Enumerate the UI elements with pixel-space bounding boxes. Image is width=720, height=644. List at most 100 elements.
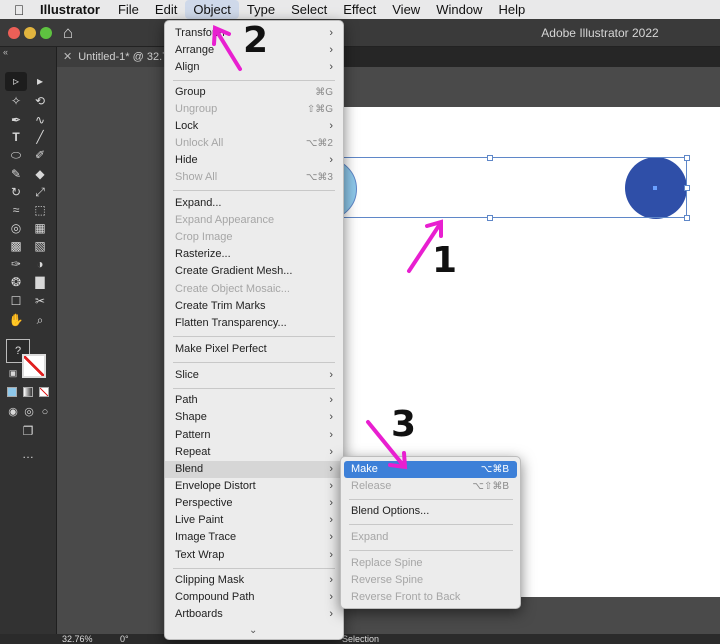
collapse-panel-icon[interactable]: « (3, 47, 8, 57)
menu-item-show-all[interactable]: Show All ⌥⌘3 (165, 169, 343, 186)
menu-item-text-wrap[interactable]: Text Wrap › (165, 547, 343, 564)
menu-help[interactable]: Help (490, 0, 533, 19)
more-tools-icon[interactable]: … (17, 445, 39, 464)
gradient-tool-icon[interactable]: ▧ (29, 237, 51, 256)
slice-tool-icon[interactable]: ✂ (29, 292, 51, 311)
menu-item-hide[interactable]: Hide › (165, 152, 343, 169)
magic-wand-tool-icon[interactable]: ✧ (5, 92, 27, 111)
bottom-right-handle[interactable] (684, 215, 690, 221)
chevron-down-icon[interactable]: ⌄ (249, 625, 257, 636)
menu-item-live-paint[interactable]: Live Paint › (165, 512, 343, 529)
menu-item-pattern[interactable]: Pattern › (165, 427, 343, 444)
menu-item-shape[interactable]: Shape › (165, 409, 343, 426)
ellipse-tool-icon[interactable]: ⬭ (5, 146, 27, 165)
selection-bounding-box[interactable] (290, 157, 687, 218)
menu-item-path[interactable]: Path › (165, 392, 343, 409)
eyedropper-tool-icon[interactable]: ✑ (5, 255, 27, 274)
lasso-tool-icon[interactable]: ⟲ (29, 92, 51, 111)
menu-item-create-trim-marks[interactable]: Create Trim Marks (165, 298, 343, 315)
menu-edit[interactable]: Edit (147, 0, 185, 19)
menu-type[interactable]: Type (239, 0, 283, 19)
menu-separator (349, 550, 513, 551)
window-close-button[interactable] (8, 27, 20, 39)
submenu-item-release[interactable]: Release ⌥⇧⌘B (344, 478, 517, 495)
mesh-tool-icon[interactable]: ▩ (5, 237, 27, 256)
shape-builder-tool-icon[interactable]: ◎ (5, 219, 27, 238)
apple-icon[interactable]:  (0, 2, 38, 18)
submenu-item-reverse-spine[interactable]: Reverse Spine (344, 572, 517, 589)
menu-item-rasterize[interactable]: Rasterize... (165, 246, 343, 263)
eraser-tool-icon[interactable]: ◆ (29, 165, 51, 184)
right-center-handle[interactable] (684, 185, 690, 191)
default-colors-icon[interactable]: ▣ (2, 364, 24, 383)
zoom-level-field[interactable]: 32.76% (62, 634, 93, 644)
menu-window[interactable]: Window (428, 0, 490, 19)
graph-tool-icon[interactable]: ▇ (29, 273, 51, 292)
draw-inside-icon[interactable]: ○ (34, 403, 56, 422)
rotation-field[interactable]: 0° (120, 634, 129, 644)
submenu-item-expand[interactable]: Expand (344, 529, 517, 546)
menu-view[interactable]: View (384, 0, 428, 19)
menu-item-group[interactable]: Group ⌘G (165, 84, 343, 101)
submenu-item-make[interactable]: Make ⌥⌘B (344, 461, 517, 478)
menu-app-name[interactable]: Illustrator (38, 0, 110, 19)
menu-item-make-pixel-perfect[interactable]: Make Pixel Perfect (165, 341, 343, 358)
perspective-grid-tool-icon[interactable]: ▦ (29, 219, 51, 238)
menu-item-clipping-mask[interactable]: Clipping Mask › (165, 572, 343, 589)
tab-close-icon[interactable]: ✕ (63, 51, 72, 63)
stroke-swatch[interactable] (22, 354, 46, 378)
top-right-handle[interactable] (684, 155, 690, 161)
menu-item-perspective[interactable]: Perspective › (165, 495, 343, 512)
submenu-item-reverse-front-to-back[interactable]: Reverse Front to Back (344, 589, 517, 606)
blend-tool-icon[interactable]: ◑ (29, 255, 51, 274)
menu-item-envelope-distort[interactable]: Envelope Distort › (165, 478, 343, 495)
hand-tool-icon[interactable]: ✋ (5, 311, 27, 330)
menu-file[interactable]: File (110, 0, 147, 19)
submenu-item-replace-spine[interactable]: Replace Spine (344, 555, 517, 572)
menu-effect[interactable]: Effect (335, 0, 384, 19)
menu-object[interactable]: Object (185, 0, 239, 19)
menu-select[interactable]: Select (283, 0, 335, 19)
menu-item-blend[interactable]: Blend › (165, 461, 343, 478)
free-transform-tool-icon[interactable]: ⬚ (29, 201, 51, 220)
gradient-mode-icon[interactable] (23, 387, 33, 397)
home-icon[interactable]: ⌂ (58, 23, 78, 43)
color-mode-icon[interactable] (7, 387, 17, 397)
type-tool-icon[interactable]: T (5, 128, 27, 147)
top-center-handle[interactable] (487, 155, 493, 161)
menu-item-slice[interactable]: Slice › (165, 367, 343, 384)
menu-item-expand[interactable]: Expand... (165, 195, 343, 212)
paintbrush-tool-icon[interactable]: ✐ (29, 146, 51, 165)
bottom-center-handle[interactable] (487, 215, 493, 221)
shaper-tool-icon[interactable]: ✎ (5, 165, 27, 184)
window-maximize-button[interactable] (40, 27, 52, 39)
width-tool-icon[interactable]: ≈ (5, 201, 27, 220)
selection-tool-icon[interactable]: ▹ (5, 72, 27, 91)
scale-tool-icon[interactable]: ⤢ (29, 183, 51, 202)
window-minimize-button[interactable] (24, 27, 36, 39)
zoom-tool-icon[interactable]: ⌕ (29, 311, 51, 330)
symbol-sprayer-tool-icon[interactable]: ❂ (5, 273, 27, 292)
none-mode-icon[interactable] (39, 387, 49, 397)
direct-selection-tool-icon[interactable]: ▸ (29, 72, 51, 91)
menu-item-artboards[interactable]: Artboards › (165, 606, 343, 623)
menu-item-compound-path[interactable]: Compound Path › (165, 589, 343, 606)
menu-item-flatten-transparency[interactable]: Flatten Transparency... (165, 315, 343, 332)
menu-item-align[interactable]: Align › (165, 59, 343, 76)
document-tab[interactable]: ✕ Untitled-1* @ 32.76 % (57, 47, 167, 67)
menu-item-expand-appearance[interactable]: Expand Appearance (165, 212, 343, 229)
rotate-tool-icon[interactable]: ↻ (5, 183, 27, 202)
submenu-item-blend-options[interactable]: Blend Options... (344, 503, 517, 520)
screen-mode-icon[interactable]: ❐ (17, 422, 39, 441)
menu-item-create-gradient-mesh[interactable]: Create Gradient Mesh... (165, 263, 343, 280)
line-tool-icon[interactable]: ╱ (29, 128, 51, 147)
menu-item-repeat[interactable]: Repeat › (165, 444, 343, 461)
menu-item-image-trace[interactable]: Image Trace › (165, 529, 343, 546)
menu-item-ungroup[interactable]: Ungroup ⇧⌘G (165, 101, 343, 118)
menu-item-create-object-mosaic[interactable]: Create Object Mosaic... (165, 281, 343, 298)
menu-item-unlock-all[interactable]: Unlock All ⌥⌘2 (165, 135, 343, 152)
menu-item-lock[interactable]: Lock › (165, 118, 343, 135)
artboard-tool-icon[interactable]: ☐ (5, 292, 27, 311)
menu-item-crop-image[interactable]: Crop Image (165, 229, 343, 246)
menu-item-label: Text Wrap (175, 549, 225, 561)
